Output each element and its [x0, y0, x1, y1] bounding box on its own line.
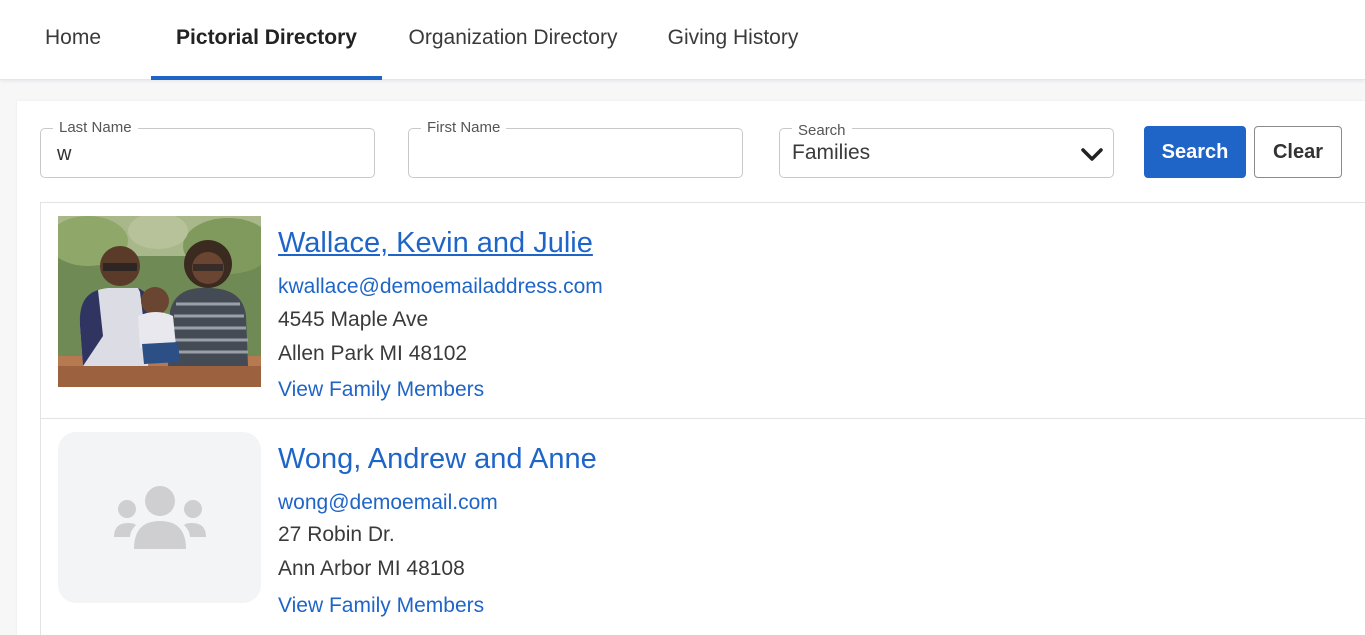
chevron-down-icon	[1081, 148, 1103, 161]
search-button[interactable]: Search	[1144, 126, 1246, 178]
result-address-line1: 27 Robin Dr.	[278, 523, 395, 546]
view-family-members-link[interactable]: View Family Members	[278, 378, 484, 402]
tab-pictorial-directory[interactable]: Pictorial Directory	[151, 0, 382, 80]
result-email-link[interactable]: wong@demoemail.com	[278, 491, 498, 515]
result-address-line2: Ann Arbor MI 48108	[278, 557, 465, 580]
search-type-label: Search	[792, 122, 852, 140]
tab-organization-directory[interactable]: Organization Directory	[392, 0, 634, 80]
directory-panel: Last Name First Name Search Families Sea…	[17, 101, 1365, 635]
result-email-link[interactable]: kwallace@demoemailaddress.com	[278, 275, 603, 299]
last-name-label: Last Name	[53, 119, 138, 137]
first-name-input[interactable]	[425, 141, 730, 167]
result-address-line1: 4545 Maple Ave	[278, 308, 429, 331]
list-item: Wong, Andrew and Anne wong@demoemail.com…	[41, 418, 1365, 633]
first-name-label: First Name	[421, 119, 507, 137]
tab-giving-history[interactable]: Giving History	[655, 0, 811, 80]
result-address-line2: Allen Park MI 48102	[278, 342, 468, 365]
view-family-members-link[interactable]: View Family Members	[278, 594, 484, 618]
result-name-link[interactable]: Wong, Andrew and Anne	[278, 443, 597, 476]
clear-button[interactable]: Clear	[1254, 126, 1342, 178]
tab-home[interactable]: Home	[29, 0, 117, 80]
last-name-input[interactable]	[57, 141, 362, 167]
last-name-field: Last Name	[40, 119, 375, 178]
family-photo	[58, 216, 261, 387]
search-type-select[interactable]: Search Families	[779, 122, 1114, 178]
top-navigation: Home Pictorial Directory Organization Di…	[0, 0, 1365, 80]
results-list: Wallace, Kevin and Julie kwallace@demoem…	[40, 202, 1365, 635]
search-type-value: Families	[792, 141, 871, 164]
list-item: Wallace, Kevin and Julie kwallace@demoem…	[41, 203, 1365, 418]
result-name-link[interactable]: Wallace, Kevin and Julie	[278, 227, 593, 260]
first-name-field: First Name	[408, 119, 743, 178]
family-placeholder-icon	[58, 432, 261, 603]
